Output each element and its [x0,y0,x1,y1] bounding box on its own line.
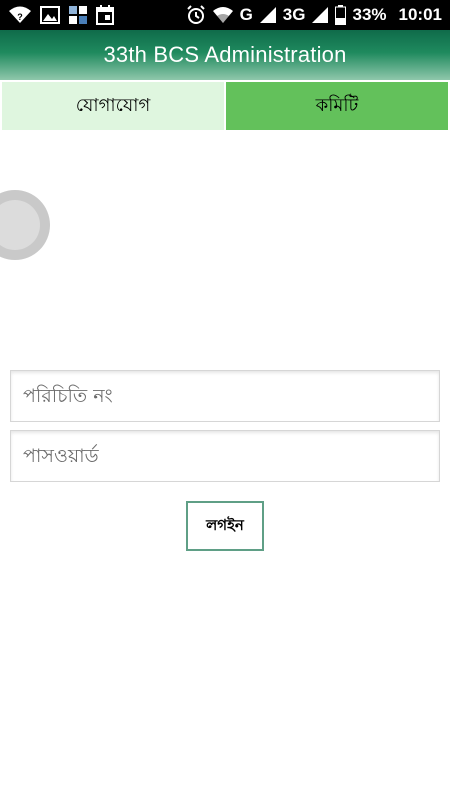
status-bar: ? G 3G 33% 10:01 [0,0,450,30]
svg-text:?: ? [17,12,23,22]
app-icon [68,5,88,25]
password-input[interactable] [21,444,439,468]
wifi-question-icon: ? [8,5,32,25]
status-left: ? [8,5,114,25]
signal-icon [311,6,329,24]
signal-icon [259,6,277,24]
app-bar: 33th BCS Administration [0,30,450,80]
loading-indicator-inner [0,200,40,250]
tab-bar: যোগাযোগ কমিটি [0,80,450,132]
loading-indicator [0,190,50,260]
wifi-icon [212,6,234,24]
id-number-field[interactable] [10,370,440,422]
battery-percent: 33% [352,5,387,24]
login-button-label: লগইন [206,515,244,534]
clock: 10:01 [398,5,442,24]
password-field[interactable] [10,430,440,482]
network-type-3g: 3G [282,5,306,24]
id-number-input[interactable] [21,384,439,408]
app-title: 33th BCS Administration [103,42,347,67]
alarm-icon [186,5,206,25]
image-icon [40,6,60,24]
battery-icon [335,5,347,25]
status-right: G 3G 33% 10:01 [186,5,442,25]
network-type-g: G [239,5,253,24]
tab-contact-label: যোগাযোগ [75,94,151,116]
calendar-icon [96,5,114,25]
tab-contact[interactable]: যোগাযোগ [0,80,225,132]
tab-committee-label: কমিটি [315,94,359,116]
tab-committee[interactable]: কমিটি [225,80,450,132]
login-button[interactable]: লগইন [186,501,264,551]
